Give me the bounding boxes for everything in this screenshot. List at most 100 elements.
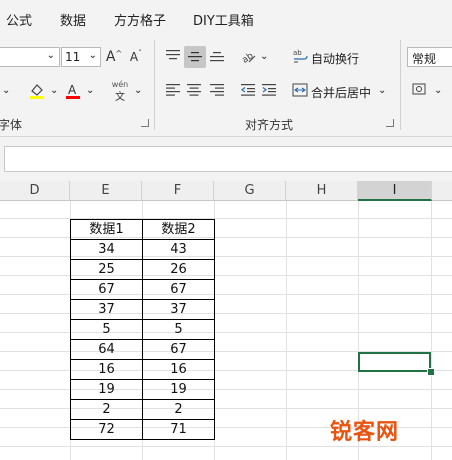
column-header-i[interactable]: I (358, 181, 432, 201)
align-bottom-icon (210, 52, 224, 62)
tab-data[interactable]: 数据 (60, 10, 86, 29)
merge-center-button[interactable]: 合并后居中 (311, 84, 371, 101)
table-row: 72 71 (70, 419, 215, 440)
alignment-dialog-launcher-icon[interactable] (386, 119, 394, 127)
formula-input[interactable] (4, 146, 452, 172)
chevron-down-icon[interactable]: ⌄ (50, 86, 58, 96)
table-row: 64 67 (70, 339, 215, 360)
increase-font-size-icon: A (105, 49, 116, 65)
tab-formulas[interactable]: 公式 (6, 10, 32, 29)
table-cell[interactable]: 67 (70, 279, 143, 300)
chevron-down-icon: ⌄ (46, 50, 55, 61)
table-cell[interactable]: 72 (70, 419, 143, 440)
align-right-icon (210, 84, 224, 96)
table-cell[interactable]: 25 (70, 259, 143, 280)
table-cell[interactable]: 19 (70, 379, 143, 400)
align-right-button[interactable] (207, 80, 227, 100)
table-row: 19 19 (70, 379, 215, 400)
table-cell[interactable]: 43 (142, 239, 215, 260)
table-cell[interactable]: 5 (142, 319, 215, 340)
font-size-dropdown[interactable]: 11 ⌄ (61, 47, 101, 67)
tab-fangfangezi[interactable]: 方方格子 (114, 10, 166, 29)
increase-font-size-button[interactable]: A ^ (104, 47, 124, 67)
chevron-down-icon[interactable]: ⌄ (434, 86, 442, 96)
table-cell[interactable]: 5 (70, 319, 143, 340)
header-cell-data1[interactable]: 数据1 (70, 219, 143, 240)
decrease-font-size-button[interactable]: Aˇ (126, 47, 146, 67)
font-dialog-launcher-icon[interactable] (141, 119, 149, 127)
table-row: 22 (70, 399, 215, 420)
font-name-dropdown[interactable]: ⌄ (0, 47, 60, 67)
align-middle-button[interactable] (184, 46, 206, 68)
ribbon: ⌄ 11 ⌄ A ^ Aˇ ⌄ ⌄ A ⌄ wén 文 ⌄ 字体 ab ⌄ ab… (0, 36, 452, 137)
table-cell[interactable]: 71 (142, 419, 215, 440)
fill-handle[interactable] (427, 368, 435, 376)
table-cell[interactable]: 2 (142, 399, 215, 420)
column-header-g[interactable]: G (214, 181, 286, 201)
increase-indent-button[interactable] (259, 80, 279, 100)
fill-color-icon (30, 84, 44, 99)
header-cell-data2[interactable]: 数据2 (142, 219, 215, 240)
table-cell[interactable]: 2 (70, 399, 143, 420)
table-cell[interactable]: 16 (70, 359, 143, 380)
align-center-button[interactable] (184, 80, 204, 100)
phonetic-bottom-text: 文 (115, 91, 125, 103)
accounting-format-button[interactable] (410, 80, 432, 100)
column-header-h[interactable]: H (286, 181, 358, 201)
table-row: 67 67 (70, 279, 215, 300)
font-size-value: 11 (65, 50, 81, 64)
chevron-down-icon[interactable]: ⌄ (378, 86, 386, 96)
active-cell-selection[interactable] (358, 352, 431, 372)
tab-diy-toolbox[interactable]: DIY工具箱 (193, 10, 254, 29)
group-separator (400, 40, 401, 130)
column-header-d[interactable]: D (0, 181, 70, 201)
table-cell[interactable]: 26 (142, 259, 215, 280)
alignment-group-label: 对齐方式 (245, 118, 294, 132)
wrap-text-button[interactable]: 自动换行 (311, 50, 359, 67)
group-separator (154, 40, 155, 130)
formula-bar-area (0, 137, 452, 181)
ribbon-tab-bar: 公式 数据 方方格子 DIY工具箱 (0, 0, 452, 36)
table-cell[interactable]: 34 (70, 239, 143, 260)
number-format-value: 常规 (412, 52, 437, 66)
table-cell[interactable]: 37 (142, 299, 215, 320)
merge-center-icon-button[interactable] (290, 80, 310, 100)
table-row: 55 (70, 319, 215, 340)
wrap-text-icon: ab (293, 49, 308, 63)
chevron-down-icon[interactable]: ⌄ (260, 52, 268, 62)
align-top-button[interactable] (163, 46, 183, 66)
align-left-icon (166, 84, 180, 96)
merge-center-icon (292, 83, 308, 97)
column-header-f[interactable]: F (142, 181, 214, 201)
chevron-down-icon[interactable]: ⌄ (86, 86, 94, 96)
number-format-dropdown[interactable]: 常规 (407, 47, 452, 67)
column-header-e[interactable]: E (70, 181, 142, 201)
table-row: 25 26 (70, 259, 215, 280)
table-cell[interactable]: 19 (142, 379, 215, 400)
orientation-button[interactable]: ab (238, 46, 258, 66)
table-row: 34 43 (70, 239, 215, 260)
column-header-next[interactable] (432, 181, 452, 201)
chevron-down-icon: ⌄ (88, 50, 97, 61)
font-group-label: 字体 (0, 118, 23, 132)
decrease-font-size-icon: A (129, 50, 139, 64)
table-cell[interactable]: 64 (70, 339, 143, 360)
wrap-text-icon-button[interactable]: ab (290, 46, 310, 66)
fill-color-button[interactable] (26, 80, 48, 102)
phonetic-guide-button[interactable]: wén 文 (108, 78, 132, 104)
decrease-indent-button[interactable] (238, 80, 258, 100)
chevron-down-icon[interactable]: ⌄ (134, 86, 142, 96)
table-cell[interactable]: 37 (70, 299, 143, 320)
align-bottom-button[interactable] (207, 46, 227, 66)
align-left-button[interactable] (163, 80, 183, 100)
table-cell[interactable]: 16 (142, 359, 215, 380)
table-row: 37 37 (70, 299, 215, 320)
data-table: 数据1 数据2 34 43 25 26 67 67 37 37 55 64 67 16 16… (70, 219, 215, 440)
table-cell[interactable]: 67 (142, 339, 215, 360)
chevron-down-icon[interactable]: ⌄ (2, 86, 10, 96)
font-color-icon: A (66, 83, 80, 99)
svg-text:A: A (68, 83, 77, 97)
table-cell[interactable]: 67 (142, 279, 215, 300)
text-orientation-icon: ab (241, 51, 256, 64)
font-color-button[interactable]: A (63, 80, 83, 102)
